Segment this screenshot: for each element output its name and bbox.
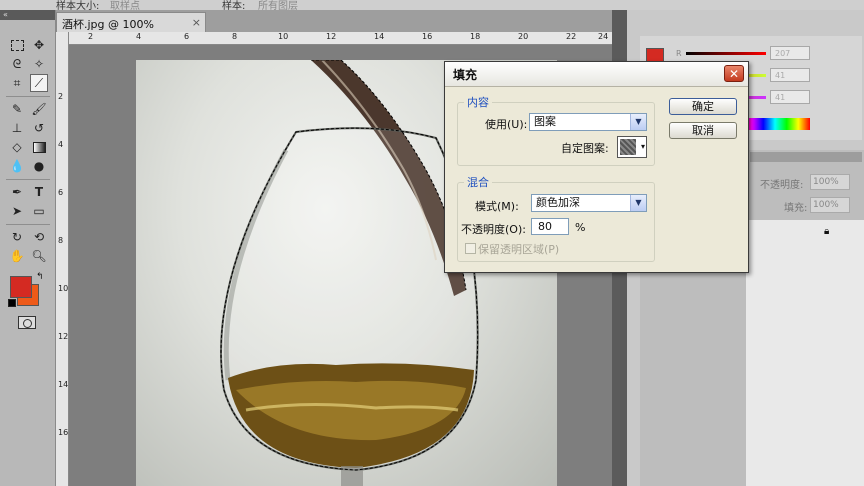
marquee-tool-icon[interactable] (8, 36, 26, 54)
pattern-swatch-icon (620, 139, 636, 155)
ruler-label: 10 (58, 284, 69, 293)
ruler-label: 4 (58, 140, 64, 149)
ruler-label: 10 (278, 32, 289, 41)
toolbox-divider (6, 179, 50, 180)
custom-pattern-label: 自定图案: (561, 142, 609, 155)
3d-orbit-tool-icon[interactable]: ⟲ (30, 228, 48, 246)
close-tab-icon[interactable]: × (192, 16, 201, 29)
eyedropper-tool-icon[interactable]: ⟋ (30, 74, 48, 92)
brush-tool-icon[interactable]: 🖌 (30, 100, 48, 118)
hand-tool-icon[interactable]: ✋ (8, 247, 26, 265)
pen-tool-icon[interactable]: ✒ (8, 183, 26, 201)
layer-opacity-value[interactable]: 100% (810, 174, 850, 190)
ruler-label: 20 (518, 32, 529, 41)
color-spectrum-bar[interactable] (740, 118, 810, 130)
ruler-label: 14 (58, 380, 69, 389)
opacity-input[interactable]: 80 (531, 218, 569, 235)
layers-panel-tabs[interactable] (750, 152, 862, 162)
ruler-label: 8 (232, 32, 238, 41)
ruler-label: 12 (58, 332, 69, 341)
use-label: 使用(U): (485, 118, 528, 131)
ruler-label: 4 (136, 32, 142, 41)
preserve-transparency-checkbox[interactable] (465, 243, 476, 254)
toolbox-divider (6, 96, 50, 97)
color-r-label: R (676, 49, 682, 58)
blur-tool-icon[interactable]: 💧 (8, 157, 26, 175)
mode-select-value: 颜色加深 (536, 196, 580, 209)
close-dialog-button[interactable]: ✕ (724, 65, 744, 82)
magic-wand-tool-icon[interactable]: ✧ (30, 55, 48, 73)
dodge-tool-icon[interactable]: ● (30, 157, 48, 175)
shape-tool-icon[interactable]: ▭ (30, 202, 48, 220)
layer-lock-icon: 🔒︎ (824, 226, 830, 237)
ruler-label: 16 (58, 428, 69, 437)
mode-label: 模式(M): (475, 200, 519, 213)
ruler-top[interactable]: 2 4 6 8 10 12 14 16 18 20 22 24 (68, 32, 612, 45)
chevron-down-icon[interactable]: ▼ (630, 114, 646, 130)
foreground-color-swatch[interactable] (10, 276, 32, 298)
mode-select[interactable]: 颜色加深 ▼ (531, 194, 647, 212)
quick-mask-icon[interactable] (18, 316, 36, 329)
ruler-label: 6 (58, 188, 64, 197)
history-brush-tool-icon[interactable]: ↺ (30, 119, 48, 137)
opacity-unit: % (575, 221, 586, 234)
document-tab[interactable]: 酒杯.jpg @ 100%(RGB/8#) × (56, 12, 206, 45)
red-slider[interactable] (686, 52, 766, 55)
ruler-label: 8 (58, 236, 64, 245)
path-selection-tool-icon[interactable]: ➤ (8, 202, 26, 220)
eraser-tool-icon[interactable]: ◇ (8, 138, 26, 156)
layers-list[interactable]: 🔒︎ (746, 220, 864, 486)
ruler-label: 22 (566, 32, 577, 41)
use-select[interactable]: 图案 ▼ (529, 113, 647, 131)
red-value[interactable]: 207 (770, 46, 810, 60)
content-group-legend: 内容 (467, 96, 489, 109)
ruler-label: 12 (326, 32, 337, 41)
layer-fill-label: 填充: (784, 203, 808, 214)
cancel-button[interactable]: 取消 (669, 122, 737, 139)
fill-dialog: 填充 ✕ 内容 使用(U): 图案 ▼ 自定图案: ▾ 混合 模式(M): 颜色… (444, 61, 749, 273)
3d-rotate-tool-icon[interactable]: ↻ (8, 228, 26, 246)
default-colors-icon[interactable] (8, 299, 16, 307)
blend-group-legend: 混合 (467, 176, 489, 189)
chevron-down-icon: ▾ (640, 142, 645, 151)
swap-colors-icon[interactable]: ↰ (36, 272, 44, 282)
dialog-title: 填充 (453, 68, 478, 82)
toolbox: « ✥ ᘓ ✧ ⌗ ⟋ ✎ 🖌 ⊥ ↺ ◇ 💧 ● ✒ T ➤ ▭ ↻ ⟲ ✋ … (0, 10, 56, 486)
toolbox-header[interactable]: « (0, 10, 55, 20)
ruler-label: 2 (58, 92, 64, 101)
layer-opacity-label: 不透明度: (760, 180, 804, 191)
ruler-label: 2 (88, 32, 94, 41)
crop-tool-icon[interactable]: ⌗ (8, 74, 26, 92)
lasso-tool-icon[interactable]: ᘓ (8, 55, 26, 73)
dialog-title-bar[interactable]: 填充 ✕ (445, 62, 748, 87)
ruler-left[interactable]: 2 4 6 8 10 12 14 16 (56, 32, 69, 486)
ruler-label: 18 (470, 32, 481, 41)
preserve-transparency-label: 保留透明区域(P) (478, 243, 560, 256)
use-select-value: 图案 (534, 115, 556, 128)
zoom-tool-icon[interactable]: 🔍︎ (30, 247, 48, 265)
green-value[interactable]: 41 (770, 68, 810, 82)
healing-brush-tool-icon[interactable]: ✎ (8, 100, 26, 118)
ruler-label: 24 (598, 32, 609, 41)
gradient-tool-icon[interactable] (30, 138, 48, 156)
clone-stamp-tool-icon[interactable]: ⊥ (8, 119, 26, 137)
ok-button[interactable]: 确定 (669, 98, 737, 115)
opacity-label: 不透明度(O): (461, 223, 526, 236)
move-tool-icon[interactable]: ✥ (30, 36, 48, 54)
layer-fill-value[interactable]: 100% (810, 197, 850, 213)
blue-value[interactable]: 41 (770, 90, 810, 104)
type-tool-icon[interactable]: T (30, 183, 48, 201)
ruler-label: 6 (184, 32, 190, 41)
chevron-down-icon[interactable]: ▼ (630, 195, 646, 211)
toolbox-divider (6, 224, 50, 225)
ruler-label: 14 (374, 32, 385, 41)
custom-pattern-picker[interactable]: ▾ (617, 136, 647, 158)
ruler-label: 16 (422, 32, 433, 41)
